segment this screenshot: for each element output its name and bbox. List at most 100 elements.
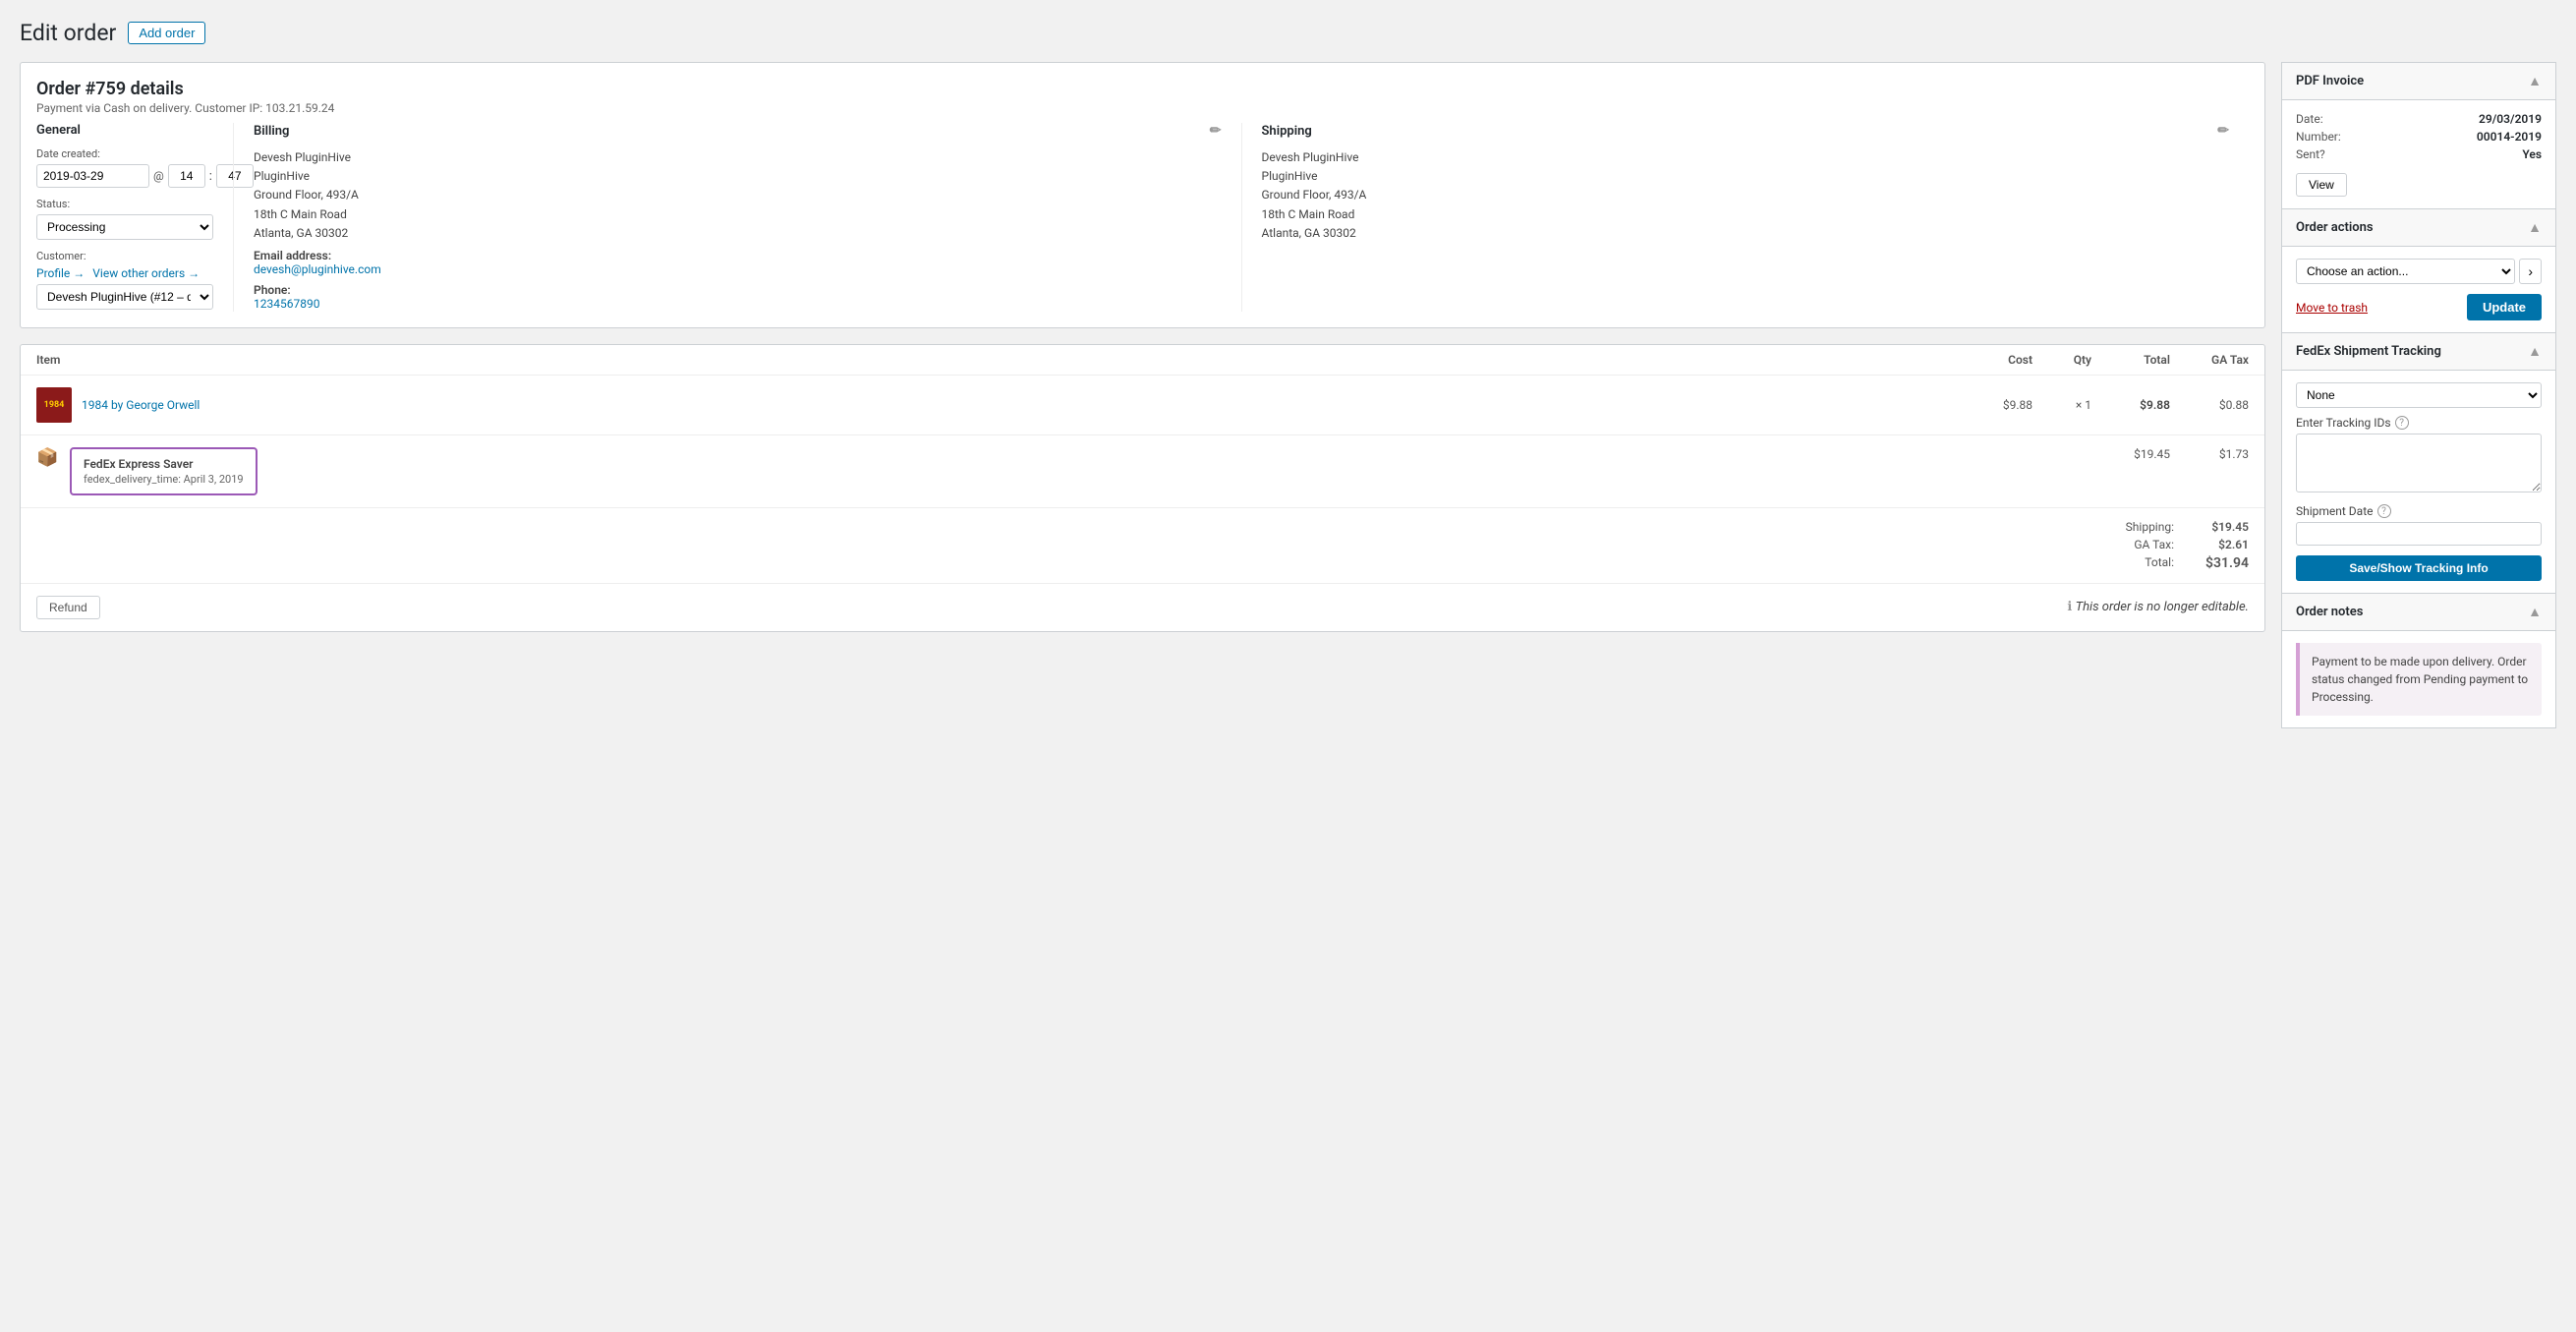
order-notes-panel: Order notes ▲ Payment to be made upon de… [2281,593,2556,728]
page-title: Edit order [20,20,116,46]
add-order-button[interactable]: Add order [128,22,205,44]
fedex-tracking-panel: FedEx Shipment Tracking ▲ None Enter Tra… [2281,332,2556,594]
time-colon: : [209,169,212,184]
pdf-invoice-body: Date: 29/03/2019 Number: 00014-2019 Sent… [2282,100,2555,208]
item-cost: $9.88 [1954,398,2032,412]
right-sidebar: PDF Invoice ▲ Date: 29/03/2019 Number: 0… [2281,62,2556,727]
fedex-tracking-header[interactable]: FedEx Shipment Tracking ▲ [2282,333,2555,371]
order-action-select[interactable]: Choose an action... [2296,259,2515,284]
billing-phone-label: Phone: [254,283,1222,297]
pdf-number-label: Number: [2296,130,2341,144]
shipping-total-label: Shipping: [2095,520,2174,534]
billing-email[interactable]: devesh@pluginhive.com [254,262,381,276]
table-row: 1984 1984 by George Orwell $9.88 × 1 $9.… [21,376,2264,435]
status-label: Status: [36,198,213,210]
order-details-card: Order #759 details Payment via Cash on d… [20,62,2265,328]
billing-company: PluginHive [254,167,1222,186]
view-other-orders-link[interactable]: View other orders → [92,266,200,280]
not-editable-message: ℹ This order is no longer editable. [2067,600,2249,614]
shipping-name: Devesh PluginHive [1262,148,2230,167]
book-thumbnail: 1984 [36,387,72,423]
col-total-header: Total [2091,353,2170,367]
pdf-sent-value: Yes [2522,147,2542,161]
shipping-section: Shipping ✏ Devesh PluginHive PluginHive … [1241,123,2250,312]
date-input[interactable] [36,164,149,188]
billing-city-state-zip: Atlanta, GA 30302 [254,224,1222,243]
order-notes-collapse-icon: ▲ [2528,604,2542,620]
col-item-header: Item [36,353,1954,367]
customer-label: Customer: [36,250,213,262]
item-total: $9.88 [2091,398,2170,412]
shipment-date-input[interactable] [2296,522,2542,546]
billing-phone[interactable]: 1234567890 [254,297,319,311]
shipping-table-row: 📦 FedEx Express Saver fedex_delivery_tim… [21,435,2264,508]
items-table-header: Item Cost Qty Total GA Tax [21,345,2264,376]
order-notes-header[interactable]: Order notes ▲ [2282,594,2555,631]
update-button[interactable]: Update [2467,294,2542,320]
shipping-city-state-zip: Atlanta, GA 30302 [1262,224,2230,243]
order-subtitle: Payment via Cash on delivery. Customer I… [36,101,2249,115]
billing-address1: Ground Floor, 493/A [254,186,1222,204]
ga-tax-value: $2.61 [2190,538,2249,551]
tracking-ids-help-icon[interactable]: ? [2395,416,2409,430]
billing-section: Billing ✏ Devesh PluginHive PluginHive G… [233,123,1241,312]
col-ga-tax-header: GA Tax [2170,353,2249,367]
fedex-tracking-collapse-icon: ▲ [2528,343,2542,360]
general-section-title: General [36,123,81,138]
shipping-tax: $1.73 [2170,447,2249,461]
col-qty-header: Qty [2032,353,2091,367]
move-to-trash-link[interactable]: Move to trash [2296,301,2368,315]
save-tracking-button[interactable]: Save/Show Tracking Info [2296,555,2542,581]
view-invoice-button[interactable]: View [2296,173,2347,197]
items-footer: Refund ℹ This order is no longer editabl… [21,584,2264,631]
order-actions-panel: Order actions ▲ Choose an action... › Mo… [2281,208,2556,333]
order-title: Order #759 details [36,79,2249,99]
item-name-link[interactable]: 1984 by George Orwell [82,398,200,412]
pdf-invoice-panel: PDF Invoice ▲ Date: 29/03/2019 Number: 0… [2281,62,2556,209]
refund-button[interactable]: Refund [36,596,100,619]
grand-total-label: Total: [2095,555,2174,571]
run-action-button[interactable]: › [2519,259,2542,284]
billing-name: Devesh PluginHive [254,148,1222,167]
pdf-invoice-collapse-icon: ▲ [2528,73,2542,89]
pdf-invoice-title: PDF Invoice [2296,74,2364,88]
pdf-number-value: 00014-2019 [2477,130,2542,144]
tracking-ids-label: Enter Tracking IDs [2296,416,2391,430]
time-hour-input[interactable] [168,164,205,188]
tracking-carrier-select[interactable]: None [2296,382,2542,408]
order-actions-collapse-icon: ▲ [2528,219,2542,236]
shipping-truck-icon: 📦 [36,447,60,471]
shipping-section-title: Shipping [1262,124,1312,139]
status-select[interactable]: Processing [36,214,213,240]
items-card: Item Cost Qty Total GA Tax 1984 1984 by … [20,344,2265,632]
shipping-total-value: $19.45 [2190,520,2249,534]
order-actions-header[interactable]: Order actions ▲ [2282,209,2555,247]
shipping-service-name: FedEx Express Saver [84,457,244,471]
billing-edit-icon[interactable]: ✏ [1210,123,1222,139]
shipping-edit-icon[interactable]: ✏ [2217,123,2229,139]
totals-section: Shipping: $19.45 GA Tax: $2.61 Total: $3… [21,508,2264,584]
order-note: Payment to be made upon delivery. Order … [2296,643,2542,716]
shipment-date-label: Shipment Date [2296,504,2374,518]
general-section: General Date created: @ : Status: Pro [36,123,233,312]
order-actions-title: Order actions [2296,220,2374,235]
item-tax: $0.88 [2170,398,2249,412]
at-sign: @ [153,169,164,183]
fedex-tracking-body: None Enter Tracking IDs ? Shipment Date … [2282,371,2555,593]
col-cost-header: Cost [1954,353,2032,367]
shipment-date-help-icon[interactable]: ? [2377,504,2391,518]
tracking-ids-textarea[interactable] [2296,434,2542,492]
grand-total-value: $31.94 [2190,555,2249,571]
billing-section-title: Billing [254,124,289,139]
ga-tax-label: GA Tax: [2095,538,2174,551]
shipping-address1: Ground Floor, 493/A [1262,186,2230,204]
customer-select[interactable]: Devesh PluginHive (#12 – devesh@pluginhi… [36,284,213,310]
profile-link[interactable]: Profile → [36,266,85,280]
order-notes-title: Order notes [2296,605,2363,619]
order-actions-body: Choose an action... › Move to trash Upda… [2282,247,2555,332]
pdf-sent-label: Sent? [2296,147,2325,161]
shipping-address2: 18th C Main Road [1262,205,2230,224]
shipping-company: PluginHive [1262,167,2230,186]
order-notes-body: Payment to be made upon delivery. Order … [2282,631,2555,727]
pdf-invoice-header[interactable]: PDF Invoice ▲ [2282,63,2555,100]
